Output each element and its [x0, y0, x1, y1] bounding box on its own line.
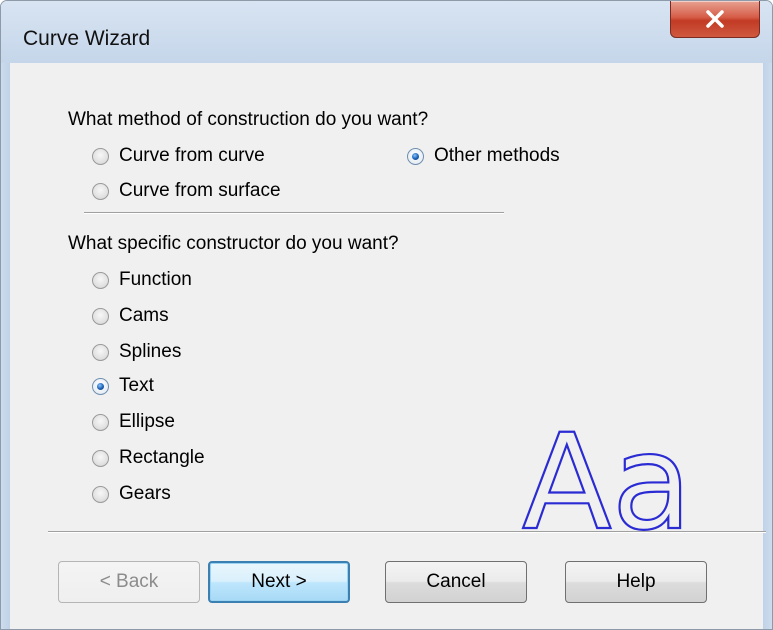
- radio-function[interactable]: Function: [92, 268, 192, 292]
- radio-curve-from-curve[interactable]: Curve from curve: [92, 144, 265, 168]
- radio-label: Rectangle: [119, 447, 205, 468]
- section-divider: [84, 212, 504, 214]
- title-bar[interactable]: Curve Wizard: [1, 1, 772, 63]
- radio-button[interactable]: [92, 182, 109, 200]
- dialog-body: What method of construction do you want?…: [10, 63, 766, 629]
- next-button[interactable]: Next >: [208, 561, 350, 603]
- radio-label: Text: [119, 375, 154, 396]
- preview-graphic: Aa: [521, 405, 693, 561]
- window-frame-right: [763, 63, 772, 629]
- window-frame-left: [1, 63, 10, 629]
- radio-other-methods[interactable]: Other methods: [407, 144, 560, 168]
- radio-label: Gears: [119, 483, 171, 504]
- preview-text: Aa: [522, 406, 692, 543]
- radio-gears[interactable]: Gears: [92, 482, 171, 506]
- help-button[interactable]: Help: [565, 561, 707, 603]
- close-button[interactable]: [670, 1, 760, 38]
- back-button[interactable]: < Back: [58, 561, 200, 603]
- method-question: What method of construction do you want?: [68, 109, 429, 130]
- radio-button-selected[interactable]: [407, 147, 424, 165]
- radio-splines[interactable]: Splines: [92, 340, 181, 364]
- radio-label: Other methods: [434, 145, 560, 166]
- radio-button[interactable]: [92, 485, 109, 503]
- radio-label: Function: [119, 269, 192, 290]
- radio-button[interactable]: [92, 413, 109, 431]
- close-x-icon: [706, 10, 724, 28]
- radio-rectangle[interactable]: Rectangle: [92, 446, 205, 470]
- radio-label: Curve from curve: [119, 145, 265, 166]
- radio-button[interactable]: [92, 271, 109, 289]
- radio-text[interactable]: Text: [92, 374, 154, 398]
- cancel-button[interactable]: Cancel: [385, 561, 527, 603]
- text-preview: Aa: [520, 403, 700, 561]
- radio-curve-from-surface[interactable]: Curve from surface: [92, 179, 281, 203]
- radio-button[interactable]: [92, 343, 109, 361]
- radio-button[interactable]: [92, 449, 109, 467]
- radio-label: Cams: [119, 305, 169, 326]
- radio-label: Splines: [119, 341, 182, 362]
- radio-button-selected[interactable]: [92, 377, 109, 395]
- radio-ellipse[interactable]: Ellipse: [92, 410, 175, 434]
- constructor-question: What specific constructor do you want?: [68, 233, 399, 254]
- radio-label: Curve from surface: [119, 180, 281, 201]
- radio-cams[interactable]: Cams: [92, 304, 169, 328]
- curve-wizard-window: Curve Wizard What method of construction…: [0, 0, 773, 630]
- window-title: Curve Wizard: [23, 27, 151, 50]
- radio-button[interactable]: [92, 307, 109, 325]
- radio-button[interactable]: [92, 147, 109, 165]
- radio-label: Ellipse: [119, 411, 175, 432]
